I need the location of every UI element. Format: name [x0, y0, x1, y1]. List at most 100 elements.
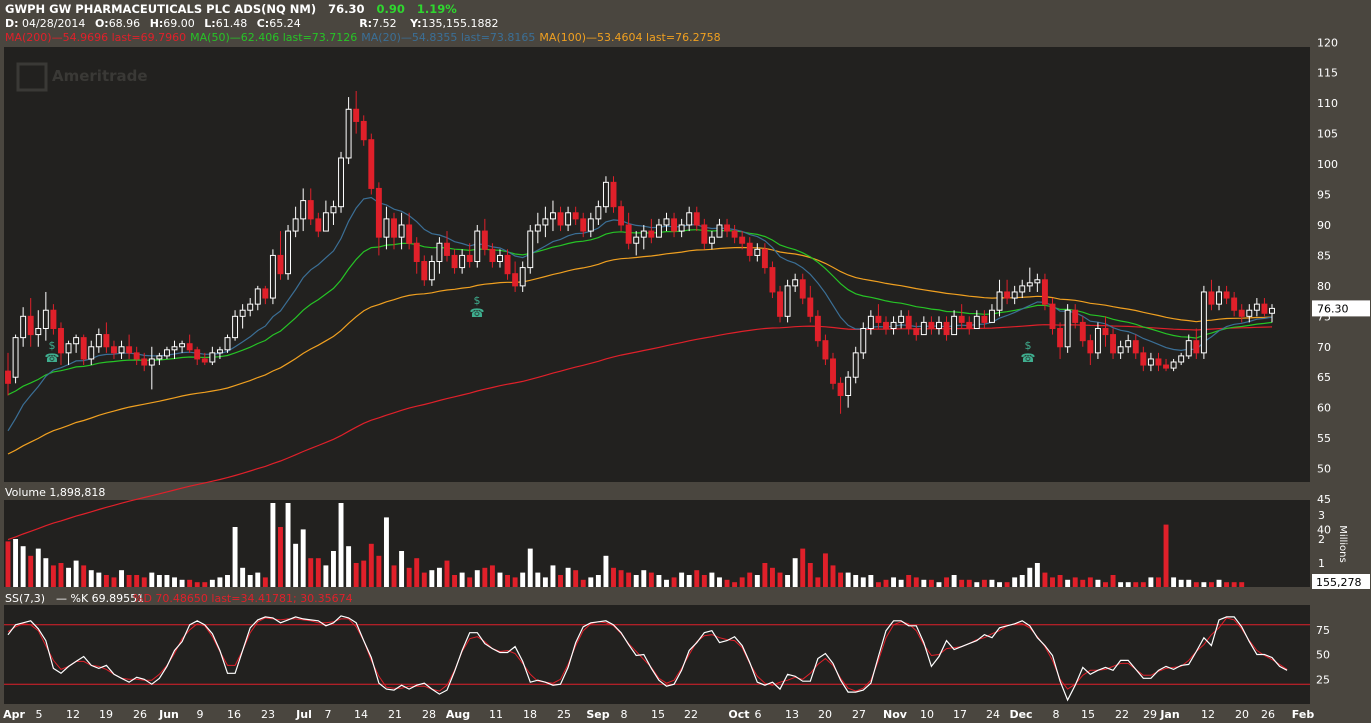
candle-body: [285, 230, 292, 275]
price-axis-label: 80: [1317, 280, 1331, 293]
stochastic-panel: [4, 605, 1310, 704]
volume-bar: [35, 548, 41, 587]
volume-bar: [1027, 567, 1033, 587]
candle-body: [459, 254, 466, 269]
volume-bar: [981, 579, 987, 587]
volume-bar: [580, 579, 586, 587]
volume-bar: [262, 577, 268, 587]
volume-label: Volume 1,898,818: [5, 486, 105, 499]
volume-bar: [1019, 575, 1025, 587]
candle-body: [807, 297, 814, 317]
price-panel: [4, 47, 1310, 482]
price-axis-label: 55: [1317, 432, 1331, 445]
x-axis-label: Sep: [586, 708, 609, 721]
volume-bar: [1034, 563, 1040, 587]
volume-bar: [951, 575, 957, 587]
candle-body: [35, 328, 42, 336]
candle-body: [693, 212, 700, 226]
volume-bar: [141, 577, 147, 587]
volume-bar: [709, 572, 715, 587]
volume-bar: [686, 575, 692, 587]
volume-bar: [66, 567, 72, 587]
volume-bar: [1080, 579, 1086, 587]
candle-body: [451, 254, 458, 269]
volume-bar: [1042, 572, 1048, 587]
candle-body: [580, 218, 587, 232]
volume-bar: [679, 572, 685, 587]
volume-bar: [853, 575, 859, 587]
candle-body: [830, 358, 836, 384]
volume-bar: [573, 570, 579, 587]
volume-bar: [1193, 582, 1199, 587]
candle-body: [413, 242, 420, 263]
candle-body: [224, 337, 231, 351]
candle-body: [625, 224, 632, 244]
candle-body: [572, 212, 579, 220]
phone-icon: ☎: [45, 351, 60, 365]
candle-body: [88, 346, 95, 360]
candle-body: [686, 212, 693, 226]
candle-body: [12, 337, 19, 378]
volume-bar: [936, 582, 942, 587]
volume-bar: [459, 572, 465, 587]
volume-bar: [187, 579, 193, 587]
price-chart[interactable]: Ameritrade120115110105100959085807570656…: [0, 0, 1371, 723]
candle-body: [761, 248, 768, 269]
candle-body: [1185, 340, 1192, 357]
x-axis-label: 14: [354, 708, 368, 721]
volume-bar: [1004, 582, 1010, 587]
candle-body: [852, 352, 859, 378]
volume-bar: [868, 575, 874, 587]
volume-bar: [247, 575, 253, 587]
candle-body: [481, 230, 488, 250]
volume-bar: [1103, 582, 1108, 587]
volume-bar: [588, 577, 594, 587]
candle-body: [216, 349, 223, 354]
volume-bar: [217, 577, 223, 587]
candle-body: [1261, 303, 1268, 314]
volume-bar: [966, 579, 972, 587]
candle-body: [519, 267, 526, 287]
volume-bar: [944, 577, 949, 587]
volume-bar: [368, 543, 374, 587]
volume-bar: [1072, 577, 1078, 587]
candle-body: [678, 224, 685, 232]
x-axis-label: 21: [388, 708, 402, 721]
candle-body: [663, 218, 670, 226]
volume-bar: [452, 575, 458, 587]
candle-body: [504, 254, 511, 275]
candle-body: [111, 346, 117, 354]
volume-bar: [565, 567, 571, 587]
x-axis-label: 17: [953, 708, 967, 721]
x-axis-label: Aug: [446, 708, 470, 721]
price-axis-label: 45: [1317, 493, 1331, 506]
volume-bar: [179, 579, 185, 587]
volume-bar: [875, 582, 881, 587]
phone-icon: ☎: [470, 306, 485, 320]
candle-body: [239, 309, 246, 317]
candle-body: [777, 291, 783, 317]
candle-body: [269, 254, 276, 299]
last-price-value: 76.30: [1317, 302, 1349, 315]
volume-bar: [361, 560, 367, 587]
volume-bar: [467, 577, 473, 587]
candle-body: [988, 309, 995, 323]
x-axis-label: 23: [261, 708, 275, 721]
candle-body: [1019, 285, 1026, 293]
volume-bar: [1178, 579, 1184, 587]
volume-bar: [785, 575, 791, 587]
candle-body: [5, 370, 11, 384]
volume-bar: [414, 558, 420, 587]
candle-body: [383, 218, 390, 238]
volume-bar: [928, 579, 934, 587]
candle-body: [784, 285, 791, 317]
volume-bar: [421, 572, 427, 587]
volume-bar: [406, 567, 412, 587]
volume-bar: [376, 555, 382, 587]
candle-body: [1200, 291, 1207, 354]
candle-body: [179, 343, 186, 348]
volume-bar: [353, 563, 359, 587]
x-axis-label: 8: [621, 708, 628, 721]
volume-bar: [300, 529, 306, 587]
candle-body: [1140, 352, 1147, 366]
